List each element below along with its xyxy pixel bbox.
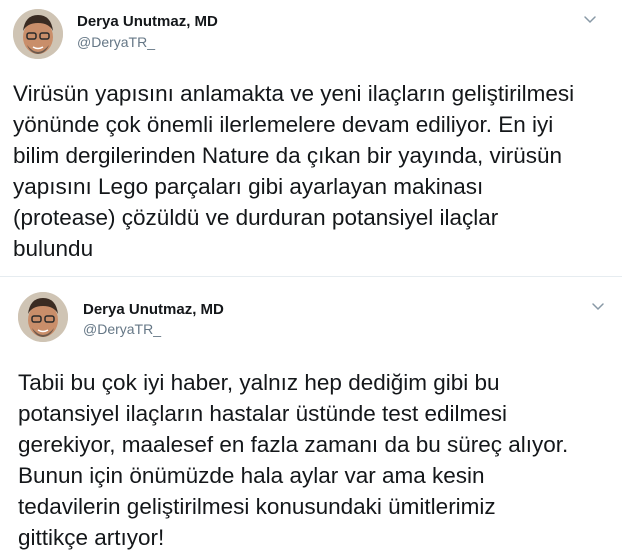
user-handle[interactable]: @DeryaTR_ — [77, 34, 155, 50]
avatar[interactable] — [18, 292, 68, 342]
avatar[interactable] — [13, 9, 63, 59]
chevron-down-icon[interactable] — [590, 298, 606, 314]
tweet-card: Derya Unutmaz, MD @DeryaTR_ Virüsün yapı… — [0, 0, 622, 270]
tweet-text: Tabii bu çok iyi haber, yalnız hep dediğ… — [18, 370, 569, 550]
avatar-image — [18, 292, 68, 342]
avatar-image — [13, 9, 63, 59]
tweet-card: Derya Unutmaz, MD @DeryaTR_ Tabii bu çok… — [0, 276, 622, 556]
display-name[interactable]: Derya Unutmaz, MD — [77, 13, 218, 30]
display-name[interactable]: Derya Unutmaz, MD — [83, 301, 224, 318]
chevron-down-icon[interactable] — [582, 11, 598, 27]
user-handle[interactable]: @DeryaTR_ — [83, 321, 161, 337]
tweet-text: Virüsün yapısını anlamakta ve yeni ilaçl… — [13, 81, 575, 261]
